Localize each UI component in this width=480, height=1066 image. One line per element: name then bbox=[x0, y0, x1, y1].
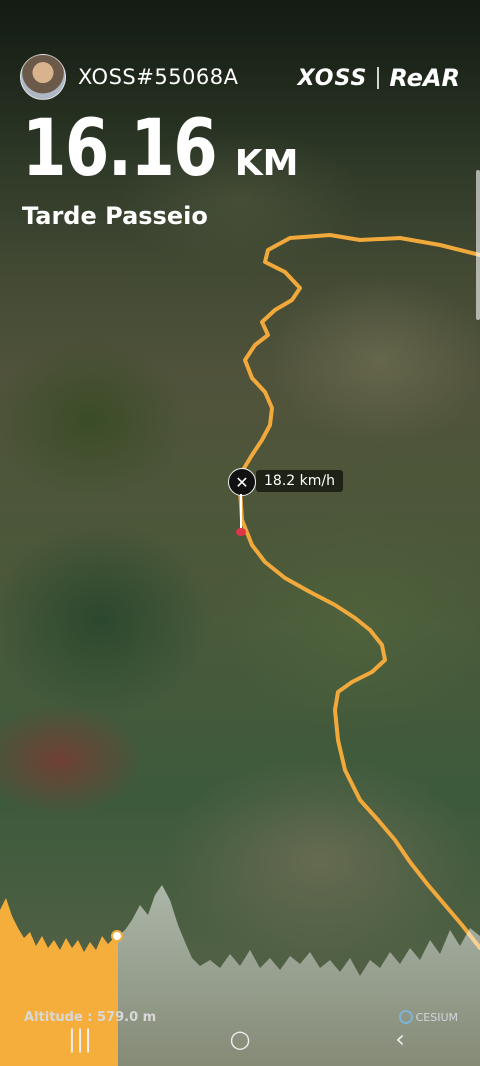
avatar[interactable] bbox=[20, 54, 66, 100]
elevation-cursor bbox=[111, 930, 123, 942]
speed-label: 18.2 km/h bbox=[256, 470, 343, 492]
device-name: XOSS#55068A bbox=[78, 65, 239, 89]
recents-icon[interactable]: ||| bbox=[50, 1019, 110, 1059]
position-marker[interactable]: ✕ bbox=[228, 468, 256, 496]
ride-title: Tarde Passeio bbox=[22, 202, 208, 230]
brand-logos: XOSS ReAR bbox=[298, 64, 460, 92]
system-nav-bar: ||| ○ ‹ bbox=[0, 1012, 480, 1066]
distance-value: 16.16 bbox=[22, 104, 218, 194]
marker-pin-line bbox=[240, 494, 242, 532]
home-icon[interactable]: ○ bbox=[210, 1019, 270, 1059]
distance-display: 16.16 KM bbox=[22, 110, 298, 188]
marker-pin-dot bbox=[236, 528, 246, 536]
rear-logo: ReAR bbox=[389, 64, 460, 92]
close-icon[interactable]: ✕ bbox=[228, 468, 256, 496]
scrollbar[interactable] bbox=[476, 170, 480, 320]
back-icon[interactable]: ‹ bbox=[370, 1019, 430, 1059]
xoss-logo: XOSS bbox=[297, 65, 368, 91]
header: XOSS#55068A bbox=[20, 54, 239, 100]
brand-divider bbox=[377, 67, 380, 89]
distance-unit: KM bbox=[234, 143, 299, 184]
